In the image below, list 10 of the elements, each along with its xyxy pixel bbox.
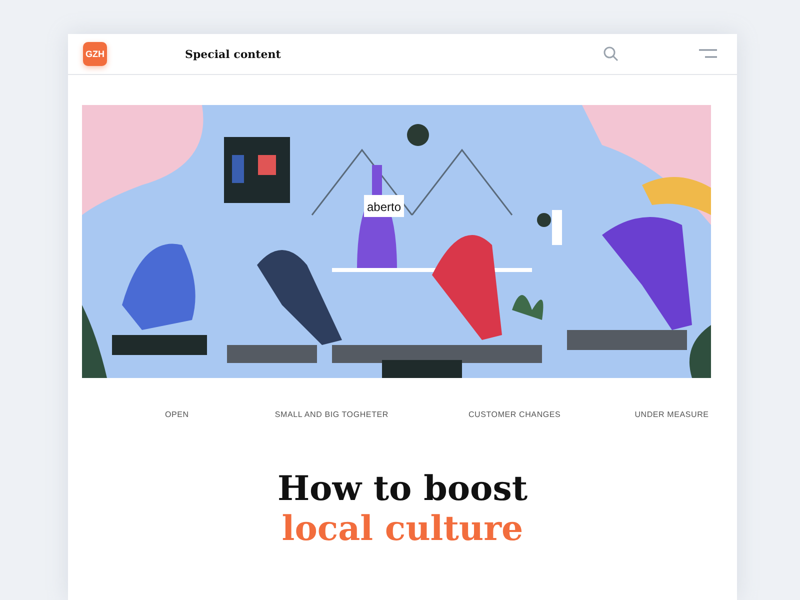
headline-accent: local culture (282, 509, 524, 549)
nav-link[interactable]: SMALL AND BIG TOGHETER (274, 410, 388, 419)
nav-link[interactable]: UNDER MEASURE (634, 410, 709, 419)
header-title: Special content (185, 48, 282, 60)
nav-link[interactable]: CUSTOMER CHANGES (468, 410, 561, 419)
menu-icon[interactable] (699, 49, 717, 59)
nav-link[interactable]: OPEN (165, 410, 189, 419)
sign-label: aberto (366, 200, 402, 214)
search-icon[interactable] (603, 46, 619, 62)
headline: How to boost (277, 469, 528, 509)
